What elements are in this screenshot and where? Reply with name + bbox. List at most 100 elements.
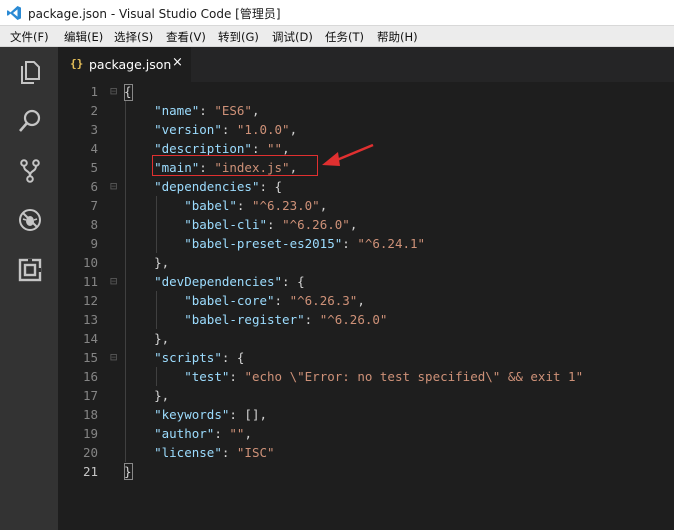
line-number: 1: [90, 84, 98, 99]
json-punct: [124, 426, 154, 441]
fold-toggle-icon[interactable]: ⊟: [110, 350, 117, 364]
json-string: "echo \"Error: no test specified\" && ex…: [244, 369, 584, 384]
fold-toggle-icon[interactable]: ⊟: [110, 274, 117, 288]
json-punct: : {: [259, 179, 283, 194]
line-number: 18: [82, 407, 98, 422]
json-string: "^6.26.0": [319, 312, 388, 327]
json-key: "name": [154, 103, 200, 118]
json-punct: [124, 350, 154, 365]
explorer-icon[interactable]: [17, 59, 43, 85]
json-key: "babel-preset-es2015": [184, 236, 343, 251]
highlight-box: [152, 155, 318, 176]
json-key: "author": [154, 426, 215, 441]
json-punct: :: [221, 122, 237, 137]
json-string: "^6.26.3": [289, 293, 358, 308]
annotation-arrow: [322, 143, 374, 166]
line-number: 8: [90, 217, 98, 232]
json-punct: ,: [319, 198, 328, 213]
json-punct: :: [199, 103, 215, 118]
source-control-icon[interactable]: [17, 158, 43, 184]
code-line: "keywords": [],: [124, 407, 267, 422]
window-title: package.json - Visual Studio Code [管理员]: [28, 7, 281, 21]
json-punct: :: [251, 141, 268, 156]
json-punct: },: [124, 255, 170, 270]
json-punct: ,: [244, 426, 252, 441]
line-number: 7: [90, 198, 98, 213]
tab-package-json[interactable]: {} package.json ×: [58, 47, 191, 82]
json-punct: : [],: [229, 407, 268, 422]
close-icon[interactable]: ×: [172, 55, 183, 70]
line-number: 17: [82, 388, 98, 403]
json-punct: [124, 160, 154, 175]
json-key: "keywords": [154, 407, 230, 422]
json-punct: },: [124, 331, 170, 346]
json-punct: ,: [349, 217, 358, 232]
json-punct: [124, 141, 154, 156]
json-punct: [124, 369, 184, 384]
code-line: }: [124, 464, 132, 479]
json-punct: [124, 312, 184, 327]
code-line: "babel-register": "^6.26.0": [124, 312, 387, 327]
fold-toggle-icon[interactable]: ⊟: [110, 179, 117, 193]
line-number: 11: [82, 274, 98, 289]
json-punct: {: [124, 84, 132, 99]
code-line: "babel-core": "^6.26.3",: [124, 293, 365, 308]
json-string: "": [229, 426, 245, 441]
code-line: "description": "",: [124, 141, 290, 156]
json-string: "^6.23.0": [251, 198, 320, 213]
extensions-icon[interactable]: [17, 257, 43, 283]
fold-toggle-icon[interactable]: ⊟: [110, 84, 117, 98]
json-punct: :: [214, 426, 230, 441]
json-punct: :: [229, 369, 245, 384]
line-number: 19: [82, 426, 98, 441]
menu-bar: 文件(F) 编辑(E) 选择(S) 查看(V) 转到(G) 调试(D) 任务(T…: [0, 26, 674, 47]
json-key: "babel-core": [184, 293, 275, 308]
code-line: "dependencies": {: [124, 179, 282, 194]
code-line: },: [124, 255, 169, 270]
json-file-icon: {}: [70, 57, 84, 70]
menu-help[interactable]: 帮助(H): [377, 29, 418, 45]
code-line: "version": "1.0.0",: [124, 122, 297, 137]
line-number: 12: [82, 293, 98, 308]
line-number: 3: [90, 122, 98, 137]
line-number: 15: [82, 350, 98, 365]
code-line: {: [124, 84, 132, 99]
json-punct: :: [221, 445, 237, 460]
json-punct: : {: [221, 350, 245, 365]
debug-icon[interactable]: [17, 207, 43, 233]
line-number: 4: [90, 141, 98, 156]
code-line: },: [124, 331, 169, 346]
json-punct: [124, 179, 154, 194]
menu-goto[interactable]: 转到(G): [218, 29, 259, 45]
menu-debug[interactable]: 调试(D): [272, 29, 313, 45]
json-key: "license": [154, 445, 222, 460]
json-punct: }: [124, 464, 132, 479]
json-punct: ,: [357, 293, 365, 308]
json-string: "1.0.0": [236, 122, 290, 137]
json-string: "ES6": [214, 103, 252, 118]
json-key: "devDependencies": [154, 274, 283, 289]
json-punct: [124, 274, 154, 289]
line-number: 10: [82, 255, 98, 270]
menu-view[interactable]: 查看(V): [166, 29, 206, 45]
line-number: 20: [82, 445, 98, 460]
json-punct: [124, 198, 184, 213]
line-number: 14: [82, 331, 98, 346]
title-bar: package.json - Visual Studio Code [管理员]: [0, 0, 674, 26]
menu-file[interactable]: 文件(F): [10, 29, 49, 45]
menu-edit[interactable]: 编辑(E): [64, 29, 103, 45]
activity-bar: [0, 47, 58, 530]
line-number: 13: [82, 312, 98, 327]
menu-selection[interactable]: 选择(S): [114, 29, 153, 45]
search-icon[interactable]: [17, 108, 43, 134]
json-punct: ,: [289, 122, 298, 137]
code-line: "name": "ES6",: [124, 103, 259, 118]
json-string: "^6.26.0": [282, 217, 350, 232]
json-punct: [124, 122, 154, 137]
code-line: "babel-cli": "^6.26.0",: [124, 217, 357, 232]
json-punct: [124, 236, 184, 251]
json-key: "babel-register": [184, 312, 305, 327]
vscode-logo-icon: [6, 5, 22, 21]
code-line: "scripts": {: [124, 350, 244, 365]
menu-tasks[interactable]: 任务(T): [325, 29, 364, 45]
